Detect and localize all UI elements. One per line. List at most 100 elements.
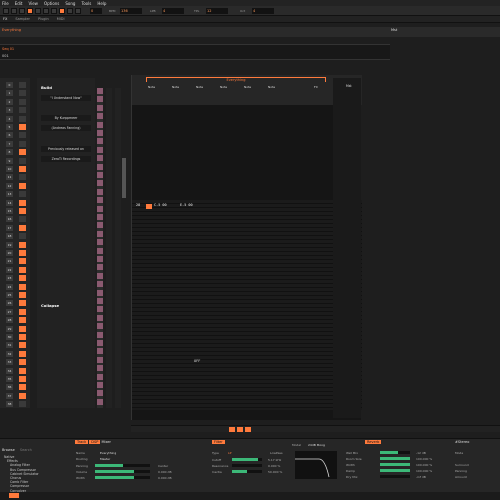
sequence-slot[interactable] (19, 342, 26, 349)
sequence-slot[interactable] (19, 233, 26, 240)
stereo-device-title[interactable]: #Stereo (455, 440, 469, 444)
tab-midi[interactable]: MIDI (57, 17, 65, 21)
track-slot[interactable] (97, 172, 103, 178)
pattern-option-icon[interactable] (237, 427, 243, 432)
lpb-field[interactable]: 4 (162, 8, 184, 14)
scrollbar[interactable] (122, 158, 126, 198)
track-slot[interactable] (97, 289, 103, 296)
pattern-number[interactable]: 0 (90, 8, 102, 14)
sequence-slot[interactable] (19, 384, 26, 391)
sequence-row-number[interactable]: 15 (6, 208, 13, 214)
sequence-slot[interactable] (19, 124, 26, 130)
track-column-1[interactable] (97, 88, 103, 408)
tab-plugin[interactable]: Plugin (38, 17, 49, 21)
track-slot[interactable] (97, 382, 103, 388)
sequence-row-number[interactable]: 19 (6, 241, 13, 248)
track-slot[interactable] (97, 230, 103, 237)
master-track-label[interactable]: Mst (346, 84, 352, 88)
sequence-row-number[interactable]: 22 (6, 266, 13, 273)
sequence-slot[interactable] (19, 275, 26, 282)
sequence-slot[interactable] (19, 350, 26, 357)
width-reverb-slider[interactable] (380, 463, 410, 466)
sequence-row-number[interactable]: 6 (6, 132, 13, 139)
track-slot[interactable] (97, 272, 103, 279)
track-slot[interactable] (97, 331, 103, 338)
sequence-slot[interactable] (19, 115, 26, 122)
sequence-slot[interactable] (19, 107, 26, 114)
sequence-row-number[interactable]: 27 (6, 308, 13, 315)
sequence-row-number[interactable]: 18 (6, 233, 13, 240)
menu-file[interactable]: File (2, 1, 9, 6)
track-column-3[interactable] (115, 88, 121, 408)
sequence-slot[interactable] (19, 334, 26, 340)
dry-slider[interactable] (380, 475, 410, 478)
reverb-device-title[interactable]: Reverb (365, 440, 382, 444)
track-slot[interactable] (97, 214, 103, 220)
browse-tab[interactable]: Browse (2, 448, 15, 452)
track-slot[interactable] (97, 340, 103, 346)
sequence-row-number[interactable]: 28 (6, 317, 13, 324)
sequencer-track-name[interactable]: Everything (2, 28, 21, 32)
menu-view[interactable]: View (28, 1, 38, 6)
sequence-row-number[interactable]: 1 (6, 90, 13, 97)
track-slot[interactable] (97, 356, 103, 363)
track-slot[interactable] (97, 146, 103, 153)
track-slot[interactable] (97, 197, 103, 204)
note-off-cell[interactable]: OFF (194, 359, 200, 363)
sequence-slot[interactable] (19, 224, 26, 231)
track-slot[interactable] (97, 155, 103, 162)
sequence-row-number[interactable]: 20 (6, 250, 13, 256)
sequence-slot[interactable] (19, 241, 26, 248)
track-slot[interactable] (97, 365, 103, 372)
sequence-row-number[interactable]: 3 (6, 107, 13, 114)
track-tab[interactable]: Track (75, 440, 89, 444)
sequence-row-number[interactable]: 5 (6, 124, 13, 130)
track-slot[interactable] (97, 113, 103, 120)
track-slot[interactable] (97, 121, 103, 128)
sequence-slot[interactable] (19, 325, 26, 332)
track-slot[interactable] (97, 163, 103, 170)
sequence-slot[interactable] (19, 82, 26, 88)
track-slot[interactable] (97, 323, 103, 330)
sequence-slot[interactable] (19, 174, 26, 181)
track-slot[interactable] (97, 247, 103, 254)
sequence-row-number[interactable]: 2 (6, 98, 13, 105)
sequence-slot[interactable] (19, 317, 26, 324)
track-header-everything[interactable]: Everything (146, 77, 326, 82)
volume-slider[interactable] (95, 470, 150, 473)
sequence-row-number[interactable]: 7 (6, 140, 13, 147)
sequence-slot[interactable] (19, 359, 26, 366)
tpl-field[interactable]: 12 (206, 8, 228, 14)
oct-field[interactable]: 4 (252, 8, 274, 14)
mixer-tab[interactable]: Mixer (101, 440, 111, 444)
sequence-row-number[interactable]: 30 (6, 334, 13, 340)
bpm-field[interactable]: 136 (120, 8, 142, 14)
sequence-slot[interactable] (19, 216, 26, 223)
sequence-row-number[interactable]: 32 (6, 350, 13, 357)
sequence-slot[interactable] (19, 191, 26, 198)
sequence-slot[interactable] (19, 292, 26, 298)
damp-slider[interactable] (380, 469, 410, 472)
sequence-row-number[interactable]: 35 (6, 376, 13, 382)
sequence-slot[interactable] (19, 392, 26, 399)
sequence-row-number[interactable]: 24 (6, 283, 13, 290)
follow-icon[interactable] (35, 8, 41, 14)
sequence-slot[interactable] (19, 157, 26, 164)
track-slot[interactable] (97, 306, 103, 313)
sequence-slot[interactable] (19, 266, 26, 273)
sequence-slot[interactable] (19, 300, 26, 307)
sequence-slot[interactable] (19, 376, 26, 382)
sequence-row-number[interactable]: 38 (6, 401, 13, 408)
sequence-row-number[interactable]: 13 (6, 191, 13, 198)
sequence-row-number[interactable]: 33 (6, 359, 13, 366)
sequence-row-number[interactable]: 31 (6, 342, 13, 349)
track-slot[interactable] (97, 188, 103, 195)
note-cell-1[interactable]: C-5 00 (154, 203, 167, 207)
track-slot[interactable] (97, 398, 103, 405)
filter-type-lp[interactable]: LP (228, 451, 231, 455)
routing-select[interactable]: Master (100, 457, 110, 461)
matrix-value[interactable]: 001 (2, 54, 9, 58)
metronome-icon[interactable] (43, 8, 49, 14)
block-loop-icon[interactable] (51, 8, 57, 14)
search-input[interactable]: Search (20, 448, 32, 452)
